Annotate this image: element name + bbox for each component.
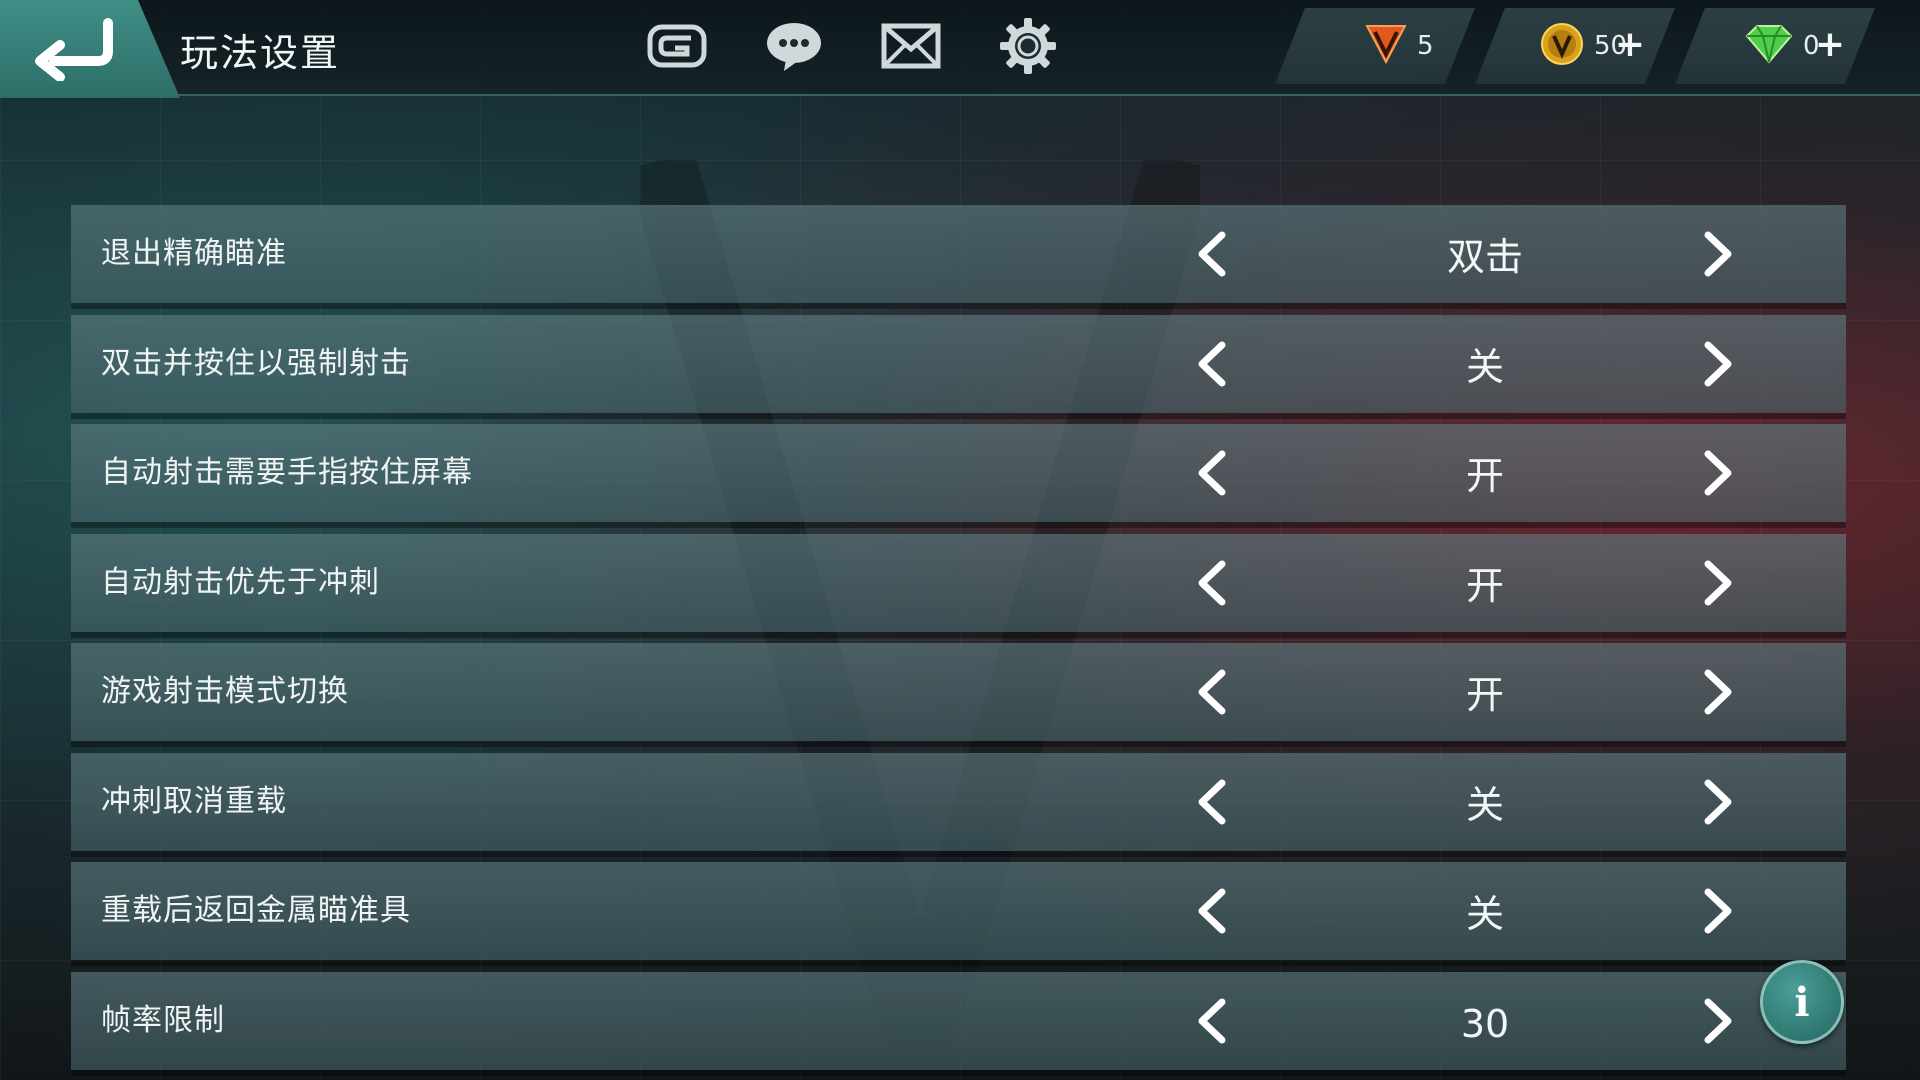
gold-coin-icon <box>1540 22 1584 70</box>
next-option-button[interactable] <box>1692 667 1742 717</box>
setting-value: 开 <box>1465 673 1504 717</box>
setting-row: 帧率限制 30 <box>71 972 1846 1070</box>
setting-label: 游戏射击模式切换 <box>101 674 349 709</box>
next-option-button[interactable] <box>1692 339 1742 389</box>
setting-label: 自动射击优先于冲刺 <box>101 565 380 600</box>
gameloft-icon[interactable] <box>645 16 709 76</box>
previous-option-button[interactable] <box>1188 448 1238 498</box>
info-button[interactable]: i <box>1760 960 1844 1044</box>
back-button[interactable] <box>0 0 180 98</box>
chevron-right-icon <box>1692 341 1742 393</box>
top-bar: 玩法设置 5 50 + 0 + <box>0 0 1920 98</box>
chat-icon[interactable] <box>762 16 826 76</box>
chevron-left-icon <box>1188 450 1238 502</box>
setting-value: 开 <box>1465 454 1504 498</box>
diamond-counter: 0 + <box>1675 8 1875 84</box>
chevron-right-icon <box>1692 669 1742 721</box>
setting-row: 冲刺取消重载 关 <box>71 753 1846 851</box>
next-option-button[interactable] <box>1692 448 1742 498</box>
previous-option-button[interactable] <box>1188 667 1238 717</box>
gold-coin-counter: 50 + <box>1475 8 1675 84</box>
chevron-left-icon <box>1188 231 1238 283</box>
setting-row: 自动射击需要手指按住屏幕 开 <box>71 424 1846 522</box>
chevron-left-icon <box>1188 998 1238 1050</box>
chevron-left-icon <box>1188 560 1238 612</box>
back-arrow-icon <box>35 18 113 81</box>
previous-option-button[interactable] <box>1188 229 1238 279</box>
gear-icon[interactable] <box>996 16 1060 76</box>
v-token-icon <box>1365 24 1407 68</box>
previous-option-button[interactable] <box>1188 996 1238 1046</box>
chevron-right-icon <box>1692 560 1742 612</box>
mail-icon[interactable] <box>879 16 943 76</box>
previous-option-button[interactable] <box>1188 777 1238 827</box>
previous-option-button[interactable] <box>1188 886 1238 936</box>
setting-row: 重载后返回金属瞄准具 关 <box>71 862 1846 960</box>
setting-value: 双击 <box>1446 235 1523 279</box>
v-token-value: 5 <box>1417 31 1434 61</box>
setting-row: 自动射击优先于冲刺 开 <box>71 534 1846 632</box>
setting-value: 30 <box>1460 1002 1510 1046</box>
setting-row: 退出精确瞄准 双击 <box>71 205 1846 303</box>
setting-row: 游戏射击模式切换 开 <box>71 643 1846 741</box>
next-option-button[interactable] <box>1692 558 1742 608</box>
setting-value: 关 <box>1465 345 1504 389</box>
next-option-button[interactable] <box>1692 886 1742 936</box>
setting-value: 关 <box>1465 892 1504 936</box>
chevron-right-icon <box>1692 231 1742 283</box>
add-diamond-button[interactable]: + <box>1815 26 1845 64</box>
chevron-left-icon <box>1188 669 1238 721</box>
add-gold-button[interactable]: + <box>1615 26 1645 64</box>
setting-label: 冲刺取消重载 <box>101 784 287 819</box>
v-token-counter: 5 <box>1275 8 1475 84</box>
page-title: 玩法设置 <box>180 31 341 75</box>
chevron-right-icon <box>1692 779 1742 831</box>
next-option-button[interactable] <box>1692 229 1742 279</box>
chevron-left-icon <box>1188 779 1238 831</box>
setting-value: 开 <box>1465 564 1504 608</box>
setting-label: 退出精确瞄准 <box>101 236 287 271</box>
next-option-button[interactable] <box>1692 777 1742 827</box>
setting-value: 关 <box>1465 783 1504 827</box>
chevron-right-icon <box>1692 998 1742 1050</box>
setting-label: 双击并按住以强制射击 <box>101 346 411 381</box>
chevron-left-icon <box>1188 341 1238 393</box>
previous-option-button[interactable] <box>1188 558 1238 608</box>
setting-label: 重载后返回金属瞄准具 <box>101 893 411 928</box>
setting-label: 帧率限制 <box>101 1003 225 1038</box>
chevron-left-icon <box>1188 888 1238 940</box>
setting-label: 自动射击需要手指按住屏幕 <box>101 455 473 490</box>
next-option-button[interactable] <box>1692 996 1742 1046</box>
diamond-icon <box>1745 24 1793 68</box>
setting-row: 双击并按住以强制射击 关 <box>71 315 1846 413</box>
chevron-right-icon <box>1692 450 1742 502</box>
chevron-right-icon <box>1692 888 1742 940</box>
previous-option-button[interactable] <box>1188 339 1238 389</box>
